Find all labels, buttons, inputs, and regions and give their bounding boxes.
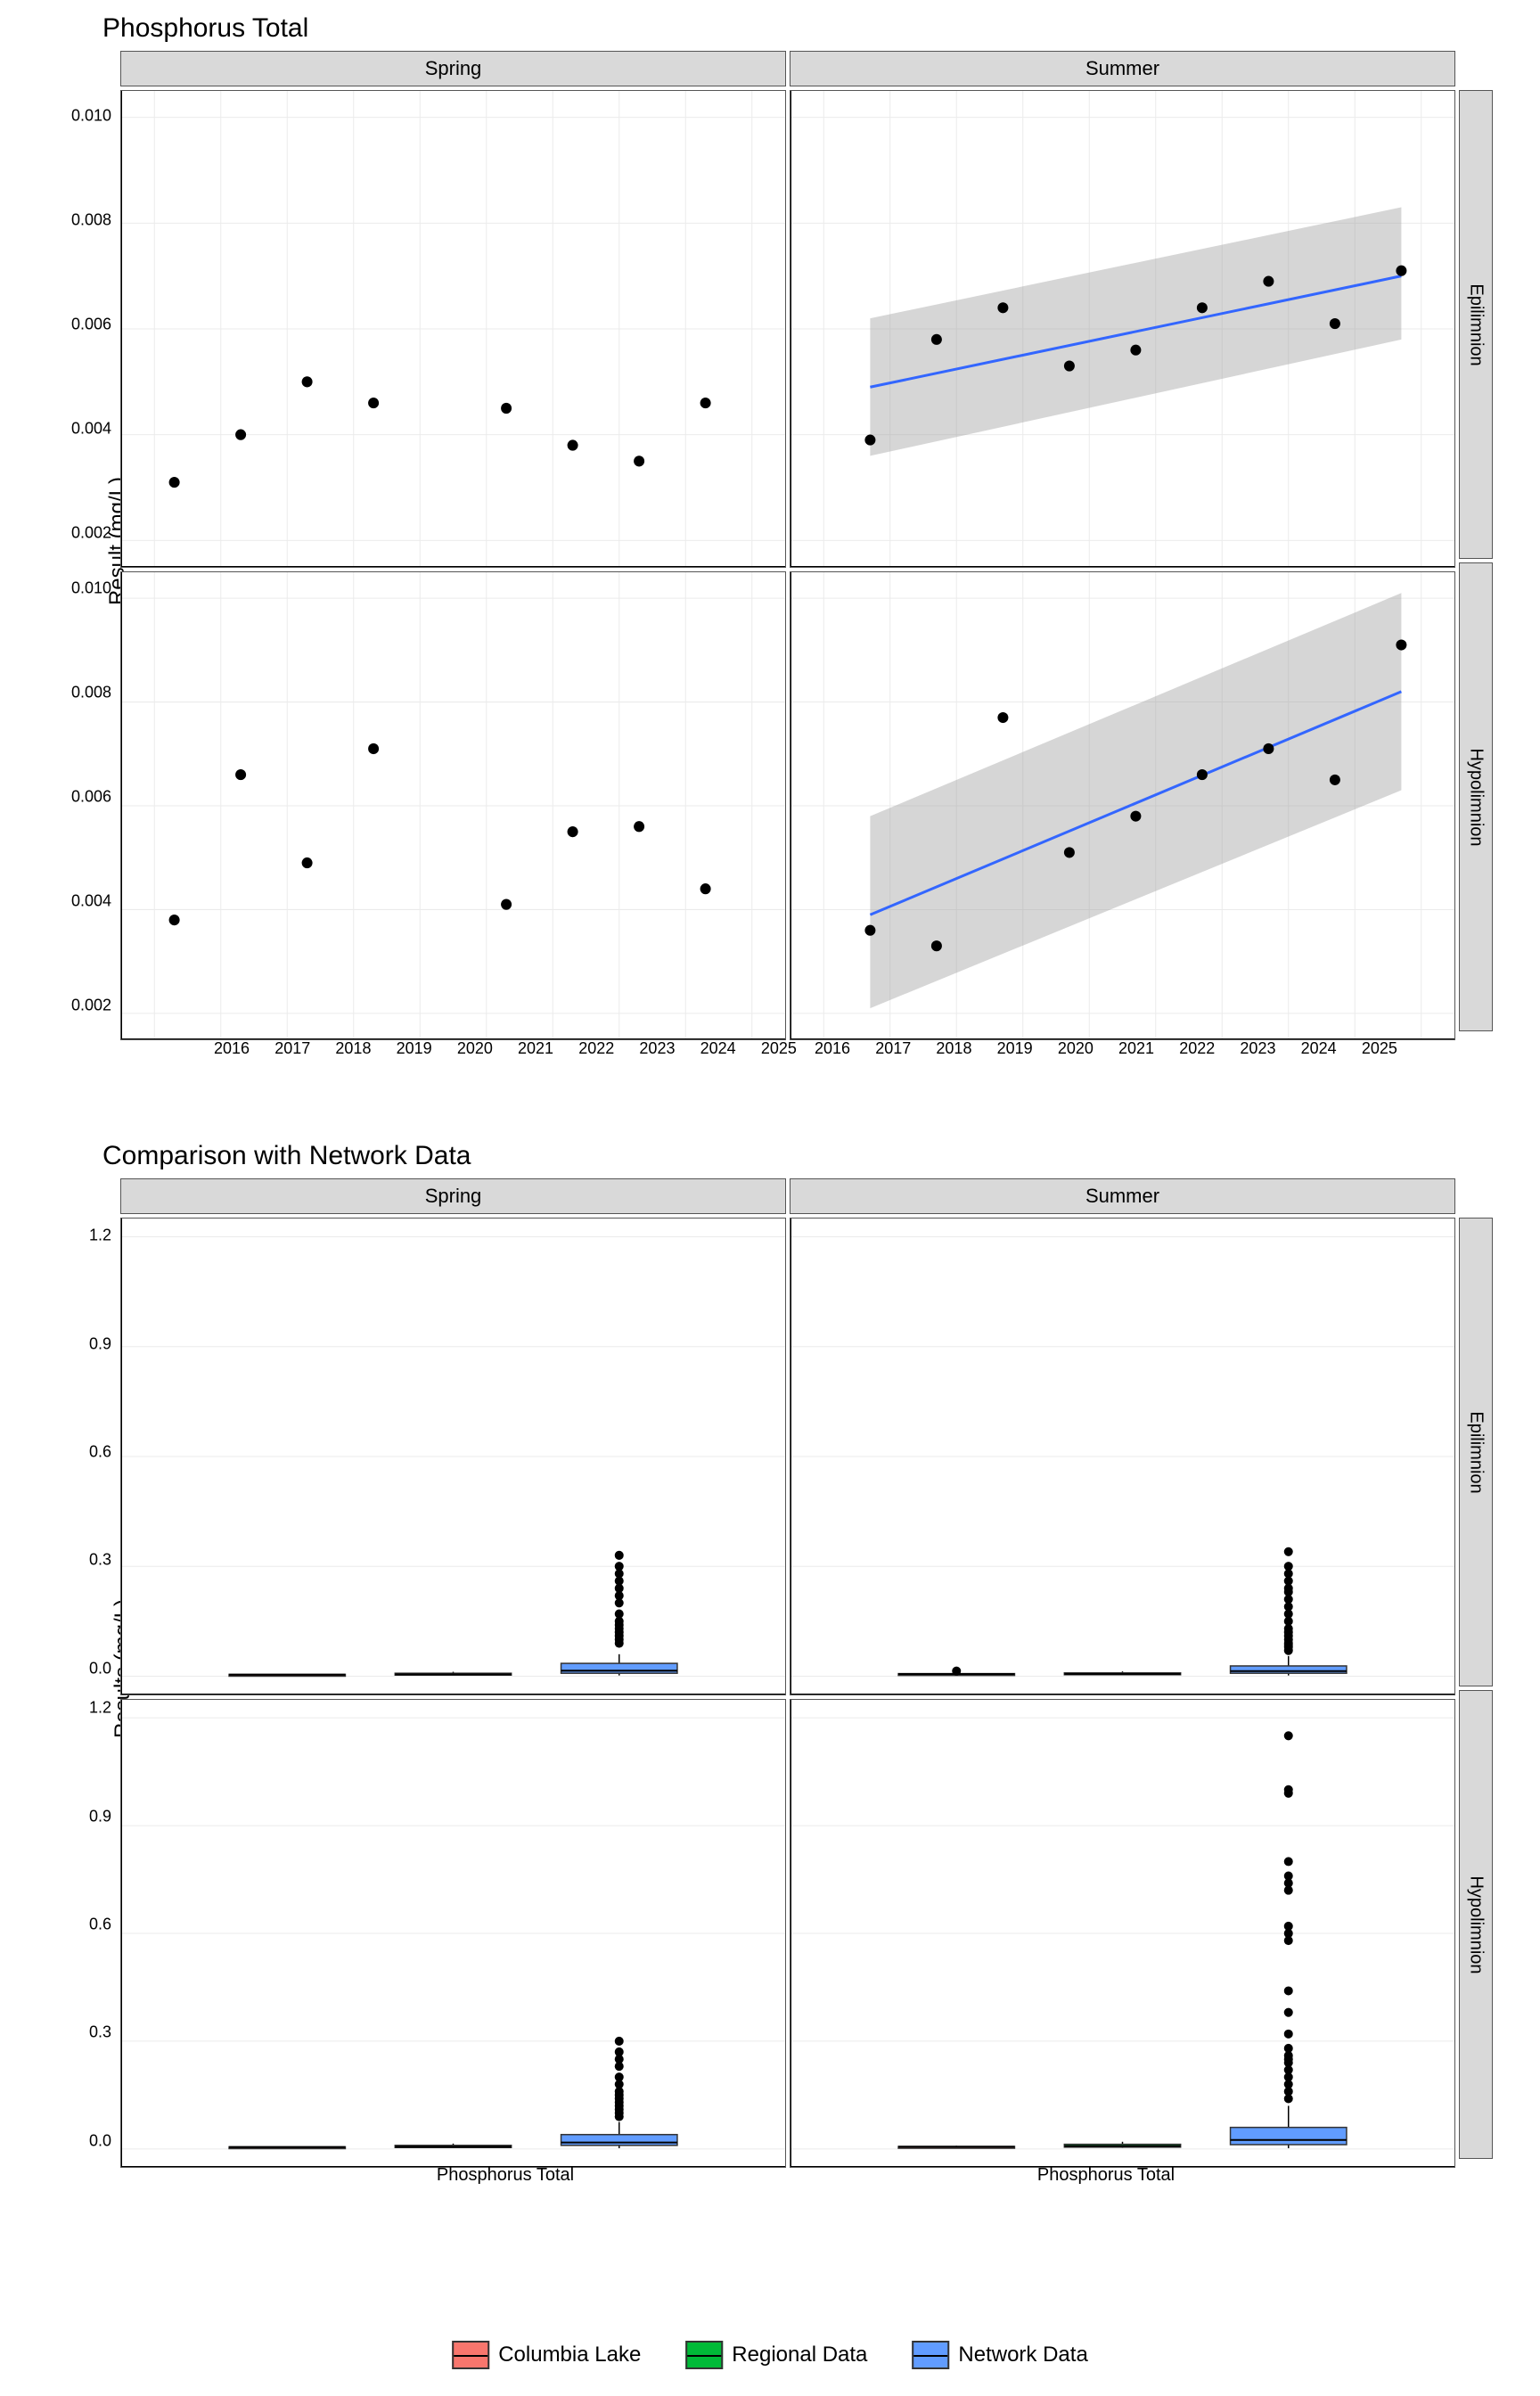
- facet-grid: Spring Summer: [120, 51, 1455, 1031]
- panel-spring-hypolimnion: [120, 571, 786, 1040]
- legend-swatch-green: [685, 2341, 723, 2369]
- legend-swatch-blue: [912, 2341, 949, 2369]
- col-header-summer: Summer: [790, 1178, 1455, 1214]
- boxpanel-spring-hypolimnion: [120, 1699, 786, 2168]
- row-strip-hypolimnion: Hypolimnion: [1459, 562, 1493, 1031]
- row-strip-epilimnion: Epilimnion: [1459, 1218, 1493, 1686]
- boxpanel-summer-hypolimnion: [790, 1699, 1455, 2168]
- legend-swatch-red: [452, 2341, 489, 2369]
- panel-spring-epilimnion: [120, 90, 786, 568]
- y-axis-ticks: 0.0100.0080.0060.0040.002: [58, 562, 111, 1031]
- legend: Columbia Lake Regional Data Network Data: [452, 2341, 1088, 2369]
- boxpanel-spring-epilimnion: [120, 1218, 786, 1695]
- panel-summer-epilimnion: [790, 90, 1455, 568]
- legend-item-network: Network Data: [912, 2341, 1087, 2369]
- row-strip-epilimnion: Epilimnion: [1459, 90, 1493, 559]
- row-strip-hypolimnion: Hypolimnion: [1459, 1690, 1493, 2159]
- y-axis-ticks: 0.00.30.60.91.2: [58, 1218, 111, 1686]
- col-header-spring: Spring: [120, 1178, 786, 1214]
- chart-title: Phosphorus Total: [102, 13, 1504, 44]
- facet-grid: Spring Summer: [120, 1178, 1455, 2159]
- x-axis-ticks: 2016201720182019202020212022202320242025…: [205, 1039, 1406, 1058]
- chart-title: Comparison with Network Data: [102, 1141, 1504, 1171]
- boxpanel-summer-epilimnion: [790, 1218, 1455, 1695]
- col-header-summer: Summer: [790, 51, 1455, 86]
- scatter-chart: Phosphorus Total Result (mg/L) Spring Su…: [36, 13, 1504, 1096]
- x-axis-category: Phosphorus Total Phosphorus Total: [205, 2158, 1406, 2186]
- legend-item-columbia: Columbia Lake: [452, 2341, 641, 2369]
- col-header-spring: Spring: [120, 51, 786, 86]
- legend-item-regional: Regional Data: [685, 2341, 867, 2369]
- y-axis-ticks: 0.0100.0080.0060.0040.002: [58, 90, 111, 559]
- panel-summer-hypolimnion: [790, 571, 1455, 1040]
- boxplot-chart: Comparison with Network Data Results (mg…: [36, 1141, 1504, 2224]
- y-axis-ticks: 0.00.30.60.91.2: [58, 1690, 111, 2159]
